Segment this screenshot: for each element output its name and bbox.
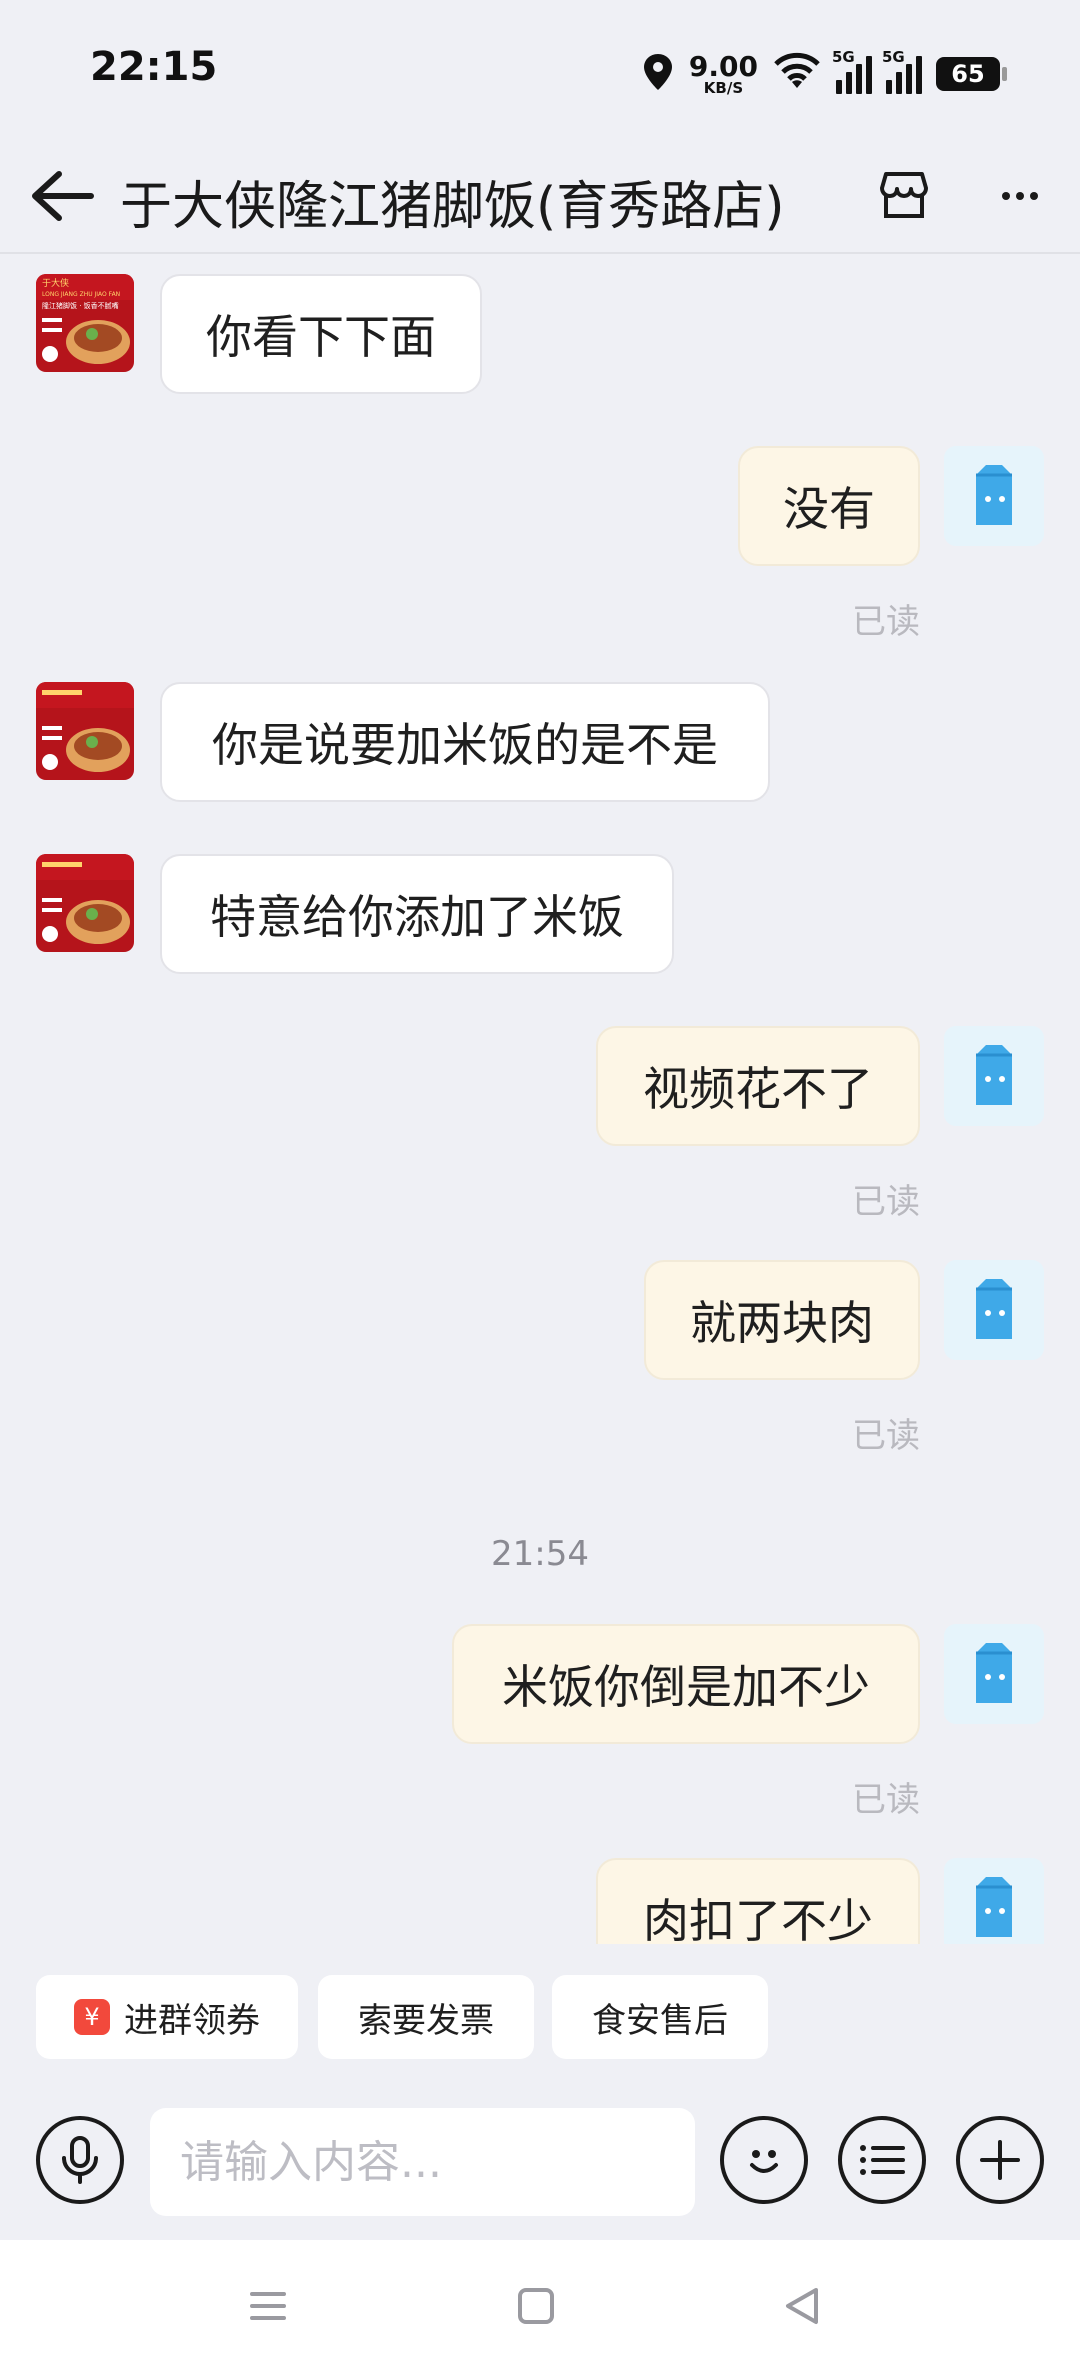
list-icon — [860, 2145, 905, 2175]
read-status: 已读 — [852, 1780, 920, 1820]
user-avatar[interactable] — [944, 1624, 1044, 1724]
read-status: 已读 — [852, 1182, 920, 1222]
message-bubble-outgoing[interactable]: 米饭你倒是加不少 — [452, 1624, 920, 1744]
food-safety-aftersales-button[interactable]: 食安售后 — [552, 1975, 768, 2059]
user-avatar[interactable] — [944, 1858, 1044, 1944]
more-icon — [1002, 192, 1038, 200]
milk-carton-icon — [976, 465, 1012, 525]
read-status: 已读 — [852, 602, 920, 642]
home-button[interactable] — [504, 2274, 568, 2338]
chat-header: 于大侠隆江猪脚饭(育秀路店) — [0, 140, 1080, 254]
smiley-icon — [750, 2150, 778, 2173]
more-button[interactable] — [982, 158, 1058, 234]
message-bubble-outgoing[interactable]: 就两块肉 — [644, 1260, 920, 1380]
triangle-back-icon — [786, 2288, 818, 2324]
battery-indicator: 65 — [936, 57, 1007, 91]
voice-button[interactable] — [36, 2116, 124, 2204]
join-group-coupon-button[interactable]: ¥ 进群领券 — [36, 1975, 298, 2059]
signal-icon-sim1: 5G — [832, 48, 872, 94]
back-button[interactable] — [24, 158, 100, 234]
message-bubble-outgoing[interactable]: 没有 — [738, 446, 920, 566]
svg-text:于大侠: 于大侠 — [42, 277, 69, 289]
network-speed: 9.00 KB/S — [688, 49, 758, 97]
shop-avatar[interactable]: 于大侠 LONG JIANG ZHU JIAO FAN 隆江猪脚饭 · 饭香不腻… — [36, 274, 134, 372]
milk-carton-icon — [976, 1643, 1012, 1703]
system-nav-bar — [0, 2240, 1080, 2373]
request-invoice-button[interactable]: 索要发票 — [318, 1975, 534, 2059]
message-bubble-incoming[interactable]: 你是说要加米饭的是不是 — [160, 682, 770, 802]
message-bubble-outgoing[interactable]: 视频花不了 — [596, 1026, 920, 1146]
user-avatar[interactable] — [944, 1026, 1044, 1126]
arrow-left-icon — [32, 171, 94, 221]
shop-button[interactable] — [866, 158, 942, 234]
milk-carton-icon — [976, 1279, 1012, 1339]
location-icon — [641, 52, 675, 96]
microphone-icon — [62, 2136, 98, 2184]
user-avatar[interactable] — [944, 446, 1044, 546]
milk-carton-icon — [976, 1045, 1012, 1105]
back-nav-button[interactable] — [770, 2274, 834, 2338]
wifi-icon — [772, 52, 822, 96]
message-timestamp: 21:54 — [491, 1534, 589, 1574]
message-bubble-outgoing[interactable]: 肉扣了不少 — [596, 1858, 920, 1944]
user-avatar[interactable] — [944, 1260, 1044, 1360]
page-title: 于大侠隆江猪脚饭(育秀路店) — [120, 177, 785, 237]
message-bubble-incoming[interactable]: 你看下下面 — [160, 274, 482, 394]
menu-list-button[interactable] — [838, 2116, 926, 2204]
message-bubble-incoming[interactable]: 特意给你添加了米饭 — [160, 854, 674, 974]
svg-text:LONG JIANG ZHU JIAO FAN: LONG JIANG ZHU JIAO FAN — [42, 291, 120, 298]
status-time: 22:15 — [90, 44, 218, 90]
shop-avatar[interactable] — [36, 682, 134, 780]
square-icon — [518, 2288, 554, 2324]
status-icons: 9.00 KB/S 5G 5G 65 — [641, 44, 1007, 104]
svg-text:隆江猪脚饭 · 饭香不腻嘴: 隆江猪脚饭 · 饭香不腻嘴 — [42, 301, 119, 310]
coupon-icon: ¥ — [74, 1999, 110, 2035]
message-input[interactable] — [150, 2108, 695, 2216]
signal-icon-sim2: 5G — [882, 48, 922, 94]
read-status: 已读 — [852, 1416, 920, 1456]
emoji-button[interactable] — [720, 2116, 808, 2204]
milk-carton-icon — [976, 1877, 1012, 1937]
message-list[interactable]: 于大侠 LONG JIANG ZHU JIAO FAN 隆江猪脚饭 · 饭香不腻… — [0, 254, 1080, 1944]
menu-icon — [250, 2292, 286, 2320]
shop-avatar[interactable] — [36, 854, 134, 952]
add-button[interactable] — [956, 2116, 1044, 2204]
plus-icon — [980, 2140, 1020, 2180]
quick-actions: ¥ 进群领券 索要发票 食安售后 — [0, 1975, 1080, 2061]
store-icon — [880, 172, 928, 218]
recent-apps-button[interactable] — [236, 2274, 300, 2338]
input-bar — [0, 2100, 1080, 2240]
status-bar: 22:15 9.00 KB/S 5G 5G 65 — [0, 0, 1080, 140]
